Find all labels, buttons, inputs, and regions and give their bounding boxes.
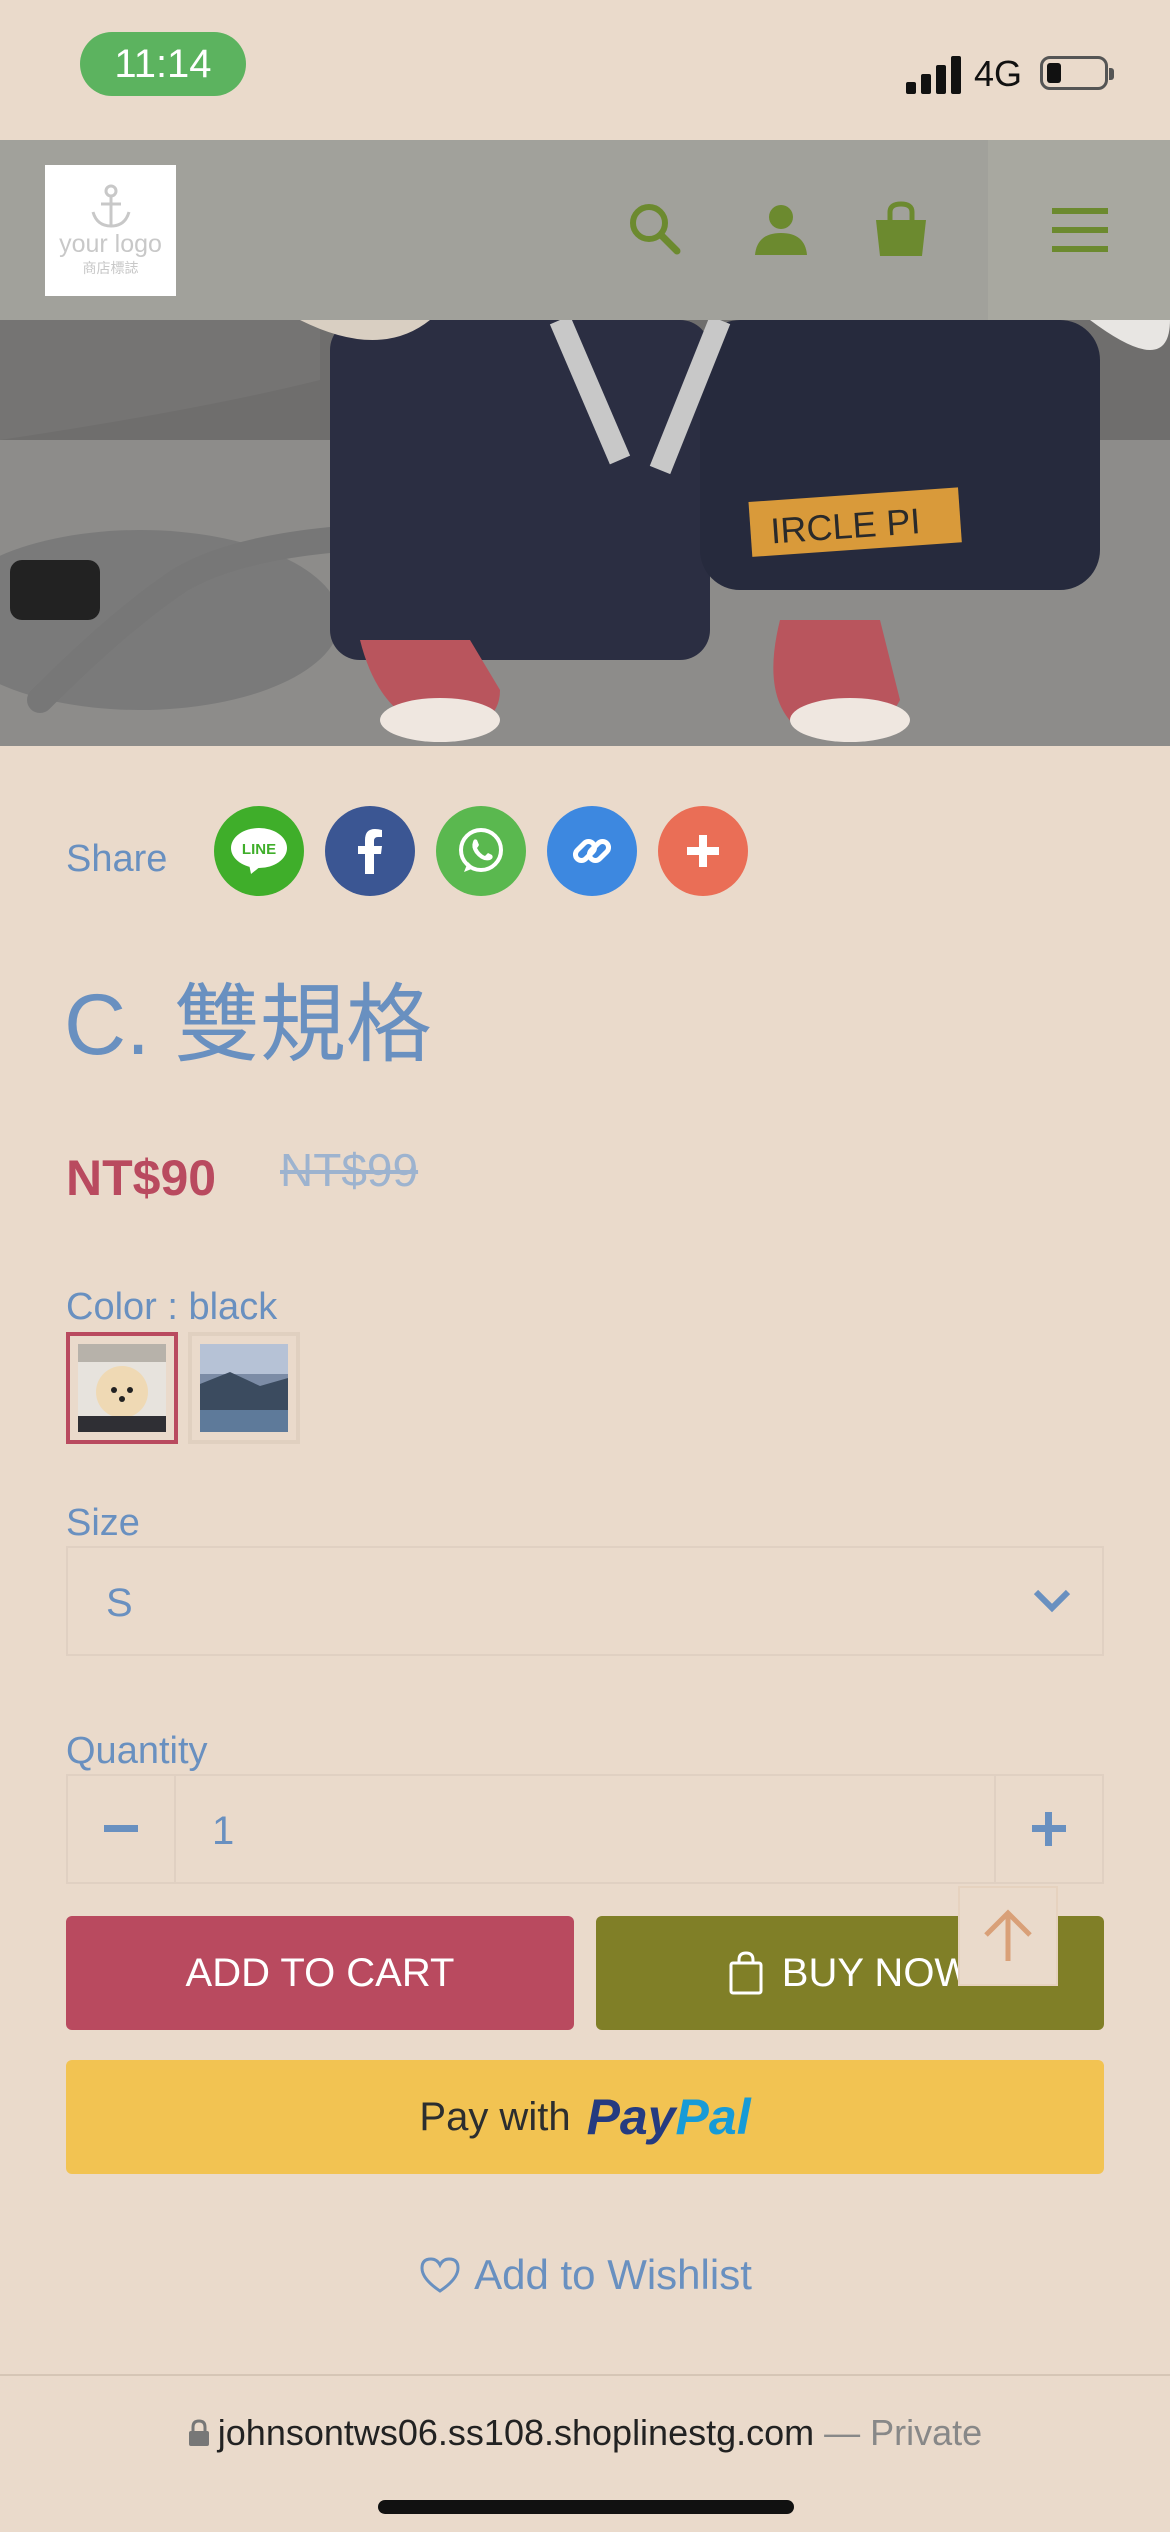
battery-icon xyxy=(1040,56,1114,90)
quantity-label: Quantity xyxy=(66,1730,208,1772)
anchor-icon xyxy=(91,184,130,228)
original-price: NT$99 xyxy=(280,1144,419,1196)
line-icon: LINE xyxy=(231,828,287,874)
status-time: 11:14 xyxy=(80,32,246,96)
share-copy-link-button[interactable] xyxy=(547,806,637,896)
swatch-landscape-image xyxy=(200,1344,288,1432)
paypal-prefix: Pay with xyxy=(419,2094,571,2139)
heart-icon xyxy=(420,2257,460,2293)
browser-address-bar[interactable]: johnsontws06.ss108.shoplinestg.com — Pri… xyxy=(0,2374,1170,2532)
size-select[interactable]: S xyxy=(66,1546,1104,1656)
arrow-up-icon xyxy=(984,1909,1032,1961)
back-to-top-button[interactable] xyxy=(958,1886,1058,1986)
plus-icon xyxy=(1032,1812,1066,1846)
share-label: Share xyxy=(66,838,168,880)
cart-icon[interactable] xyxy=(868,196,934,262)
plus-icon xyxy=(687,835,719,867)
paypal-logo: PayPal xyxy=(586,2089,751,2145)
size-label: Size xyxy=(66,1502,140,1544)
quantity-decrease-button[interactable] xyxy=(68,1776,176,1882)
logo-text: your logo xyxy=(59,229,162,258)
color-label: Color : black xyxy=(66,1286,278,1328)
size-value: S xyxy=(106,1581,133,1625)
buy-now-label: BUY NOW xyxy=(781,1950,973,1995)
menu-icon xyxy=(1052,208,1108,252)
wishlist-label: Add to Wishlist xyxy=(474,2251,752,2298)
user-icon[interactable] xyxy=(748,196,814,262)
shopping-bag-icon xyxy=(729,1951,763,1995)
store-logo[interactable]: your logo 商店標誌 xyxy=(45,165,176,296)
status-bar: 11:14 4G xyxy=(0,0,1170,140)
chevron-down-icon xyxy=(1033,1589,1071,1613)
product-image[interactable]: IRCLE PI xyxy=(0,320,1170,746)
quantity-stepper: 1 xyxy=(66,1774,1104,1884)
search-icon[interactable] xyxy=(622,196,688,262)
signal-icon xyxy=(906,54,964,94)
swatch-dog-image xyxy=(78,1344,166,1432)
facebook-icon xyxy=(358,829,382,874)
url-text: johnsontws06.ss108.shoplinestg.com xyxy=(217,2412,815,2453)
network-type: 4G xyxy=(974,53,1023,94)
add-to-wishlist-link[interactable]: Add to Wishlist xyxy=(0,2240,1170,2310)
link-icon xyxy=(572,838,612,864)
add-to-cart-button[interactable]: ADD TO CART xyxy=(66,1916,574,2030)
home-indicator[interactable] xyxy=(378,2500,794,2514)
url-display[interactable]: johnsontws06.ss108.shoplinestg.com — Pri… xyxy=(0,2412,1170,2454)
site-header: your logo 商店標誌 xyxy=(0,140,1170,320)
share-facebook-button[interactable] xyxy=(325,806,415,896)
lock-icon xyxy=(188,2419,209,2446)
quantity-input[interactable]: 1 xyxy=(212,1804,234,1858)
color-swatch-black[interactable] xyxy=(66,1332,178,1444)
product-price: NT$90 xyxy=(66,1150,217,1206)
product-title: C. 雙規格 xyxy=(64,977,432,1073)
minus-icon xyxy=(104,1825,138,1832)
whatsapp-icon xyxy=(459,828,503,872)
share-more-button[interactable] xyxy=(658,806,748,896)
share-whatsapp-button[interactable] xyxy=(436,806,526,896)
privacy-label: — Private xyxy=(824,2412,983,2453)
menu-button[interactable] xyxy=(988,140,1170,320)
svg-text:LINE: LINE xyxy=(242,841,276,858)
paypal-button[interactable]: Pay with PayPal xyxy=(66,2060,1104,2174)
logo-subtext: 商店標誌 xyxy=(82,259,139,276)
color-swatch-alt[interactable] xyxy=(188,1332,300,1444)
share-line-button[interactable]: LINE xyxy=(214,806,304,896)
quantity-increase-button[interactable] xyxy=(994,1776,1102,1882)
